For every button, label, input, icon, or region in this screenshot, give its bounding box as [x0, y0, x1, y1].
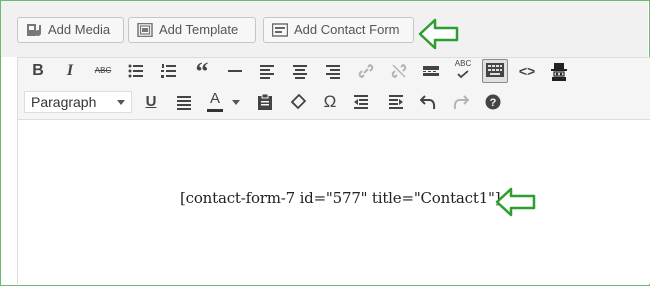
- read-more-icon: [423, 66, 439, 76]
- strikethrough-button[interactable]: ABC: [92, 60, 114, 82]
- spellcheck-label: ABC: [454, 59, 472, 68]
- template-icon: [137, 23, 153, 37]
- blockquote-button[interactable]: “: [191, 59, 213, 85]
- horizontal-line-button[interactable]: [224, 60, 246, 82]
- add-template-button[interactable]: Add Template: [128, 17, 256, 43]
- outdent-button[interactable]: [350, 91, 372, 113]
- spy-hat-icon: [551, 63, 567, 81]
- toolbar-toggle-button[interactable]: [482, 59, 508, 83]
- code-button[interactable]: <>: [516, 60, 538, 82]
- insert-link-button[interactable]: [355, 60, 377, 82]
- numbered-list-button[interactable]: [158, 60, 180, 82]
- clipboard-icon: [258, 94, 272, 110]
- justify-icon: [177, 96, 191, 110]
- checkmark-icon: [457, 70, 469, 78]
- redo-button[interactable]: [450, 91, 472, 113]
- bold-button[interactable]: B: [27, 60, 49, 82]
- indent-icon: [389, 95, 403, 109]
- align-left-button[interactable]: [256, 60, 278, 82]
- help-icon: ?: [485, 94, 501, 110]
- indent-button[interactable]: [385, 91, 407, 113]
- redo-icon: [453, 95, 469, 110]
- align-center-button[interactable]: [289, 60, 311, 82]
- italic-button[interactable]: I: [59, 60, 81, 82]
- undo-button[interactable]: [417, 91, 439, 113]
- align-left-icon: [260, 65, 274, 79]
- left-arrow-icon: [495, 187, 536, 217]
- align-right-button[interactable]: [322, 60, 344, 82]
- numbered-list-icon: [161, 64, 176, 78]
- add-media-button[interactable]: Add Media: [17, 17, 124, 43]
- text-color-dropdown[interactable]: [230, 91, 242, 113]
- add-template-label: Add Template: [159, 22, 239, 37]
- bullet-list-icon: [128, 64, 143, 78]
- paragraph-format-value: Paragraph: [31, 94, 97, 110]
- paragraph-format-select[interactable]: Paragraph: [24, 91, 132, 113]
- eraser-icon: [290, 94, 306, 110]
- spy-plugin-button[interactable]: [548, 59, 570, 81]
- clear-formatting-button[interactable]: [287, 91, 309, 113]
- link-icon: [358, 63, 374, 79]
- special-character-button[interactable]: Ω: [319, 91, 341, 113]
- text-color-swatch: [207, 109, 223, 112]
- contact-form-shortcode: [contact-form-7 id="577" title="Contact1…: [180, 189, 501, 207]
- align-center-icon: [293, 65, 307, 79]
- media-icon: [27, 24, 41, 36]
- svg-text:?: ?: [490, 97, 497, 109]
- add-media-label: Add Media: [48, 22, 111, 37]
- read-more-button[interactable]: [420, 60, 442, 82]
- undo-icon: [420, 95, 436, 110]
- underline-button[interactable]: U: [140, 91, 162, 113]
- text-color-button[interactable]: A: [204, 89, 226, 112]
- add-contact-form-label: Add Contact Form: [294, 22, 400, 37]
- left-arrow-icon: [418, 18, 459, 50]
- chevron-down-icon: [117, 100, 125, 105]
- help-button[interactable]: ?: [482, 91, 504, 113]
- contact-form-icon: [272, 23, 288, 37]
- chevron-down-icon: [232, 100, 240, 105]
- horizontal-line-icon: [228, 70, 242, 72]
- align-right-icon: [326, 65, 340, 79]
- outdent-icon: [354, 95, 368, 109]
- justify-button[interactable]: [173, 91, 195, 113]
- add-contact-form-button[interactable]: Add Contact Form: [263, 17, 414, 43]
- remove-link-button[interactable]: [388, 60, 410, 82]
- paste-as-text-button[interactable]: [254, 91, 276, 113]
- unlink-icon: [391, 63, 407, 79]
- bullet-list-button[interactable]: [125, 60, 147, 82]
- text-color-label: A: [209, 90, 220, 107]
- keyboard-icon: [486, 63, 504, 77]
- spellcheck-button[interactable]: ABC: [452, 58, 474, 80]
